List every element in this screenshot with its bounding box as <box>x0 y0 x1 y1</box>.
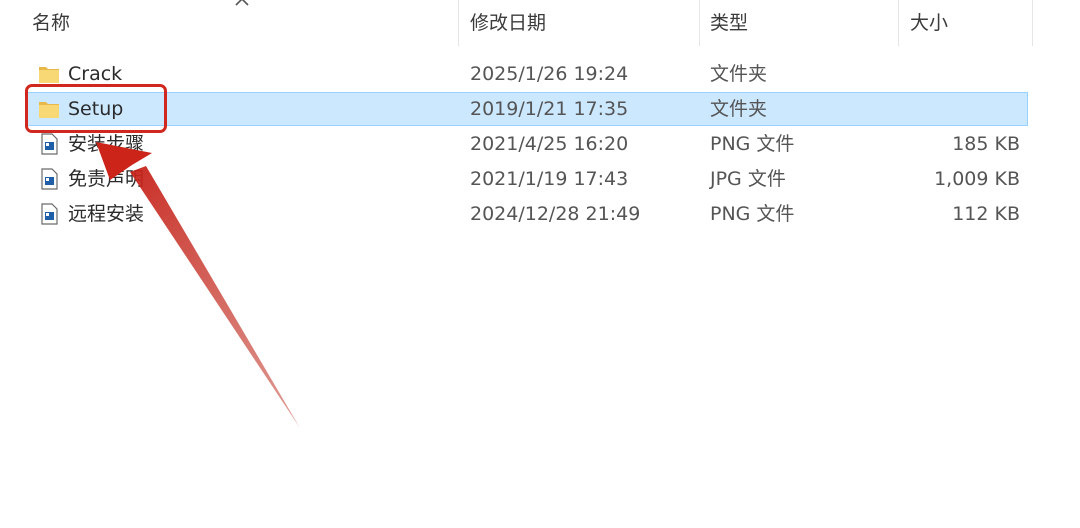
file-type: PNG 文件 <box>710 203 795 225</box>
file-size: 112 KB <box>952 203 1020 225</box>
file-type: JPG 文件 <box>710 168 786 190</box>
file-row-remote-install[interactable]: 远程安装 2024/12/28 21:49 PNG 文件 112 KB <box>26 197 1028 231</box>
file-type: PNG 文件 <box>710 133 795 155</box>
column-header-type[interactable]: 类型 <box>710 0 900 46</box>
file-date: 2024/12/28 21:49 <box>470 203 641 225</box>
file-date: 2021/4/25 16:20 <box>470 133 629 155</box>
file-size: 1,009 KB <box>934 168 1020 190</box>
column-divider[interactable] <box>458 0 459 46</box>
file-size: 185 KB <box>952 133 1020 155</box>
image-file-icon <box>41 133 58 155</box>
file-row-setup[interactable]: Setup 2019/1/21 17:35 文件夹 <box>26 92 1028 126</box>
file-explorer-window: 名称 修改日期 类型 大小 Crack 2025/1/26 19:24 文件夹 … <box>0 0 1080 528</box>
file-date: 2019/1/21 17:35 <box>470 98 629 120</box>
highlight-box <box>25 84 167 133</box>
file-date: 2025/1/26 19:24 <box>470 63 629 85</box>
file-row-install-steps[interactable]: 安装步骤 2021/4/25 16:20 PNG 文件 185 KB <box>26 127 1028 161</box>
column-divider[interactable] <box>699 0 700 46</box>
column-divider[interactable] <box>898 0 899 46</box>
file-name: 远程安装 <box>68 203 145 225</box>
file-row-disclaimer[interactable]: 免责声明 2021/1/19 17:43 JPG 文件 1,009 KB <box>26 162 1028 196</box>
column-header-name[interactable]: 名称 <box>32 0 457 46</box>
column-header-size[interactable]: 大小 <box>910 0 1030 46</box>
file-row-crack[interactable]: Crack 2025/1/26 19:24 文件夹 <box>26 57 1028 91</box>
column-divider[interactable] <box>1032 0 1033 46</box>
file-type: 文件夹 <box>710 63 768 85</box>
file-type: 文件夹 <box>710 98 768 120</box>
column-header-bar: 名称 修改日期 类型 大小 <box>0 0 1040 46</box>
file-name: 免责声明 <box>68 168 145 190</box>
folder-icon <box>39 67 59 83</box>
file-date: 2021/1/19 17:43 <box>470 168 629 190</box>
image-file-icon <box>41 168 58 190</box>
column-header-date[interactable]: 修改日期 <box>470 0 698 46</box>
image-file-icon <box>41 203 58 225</box>
